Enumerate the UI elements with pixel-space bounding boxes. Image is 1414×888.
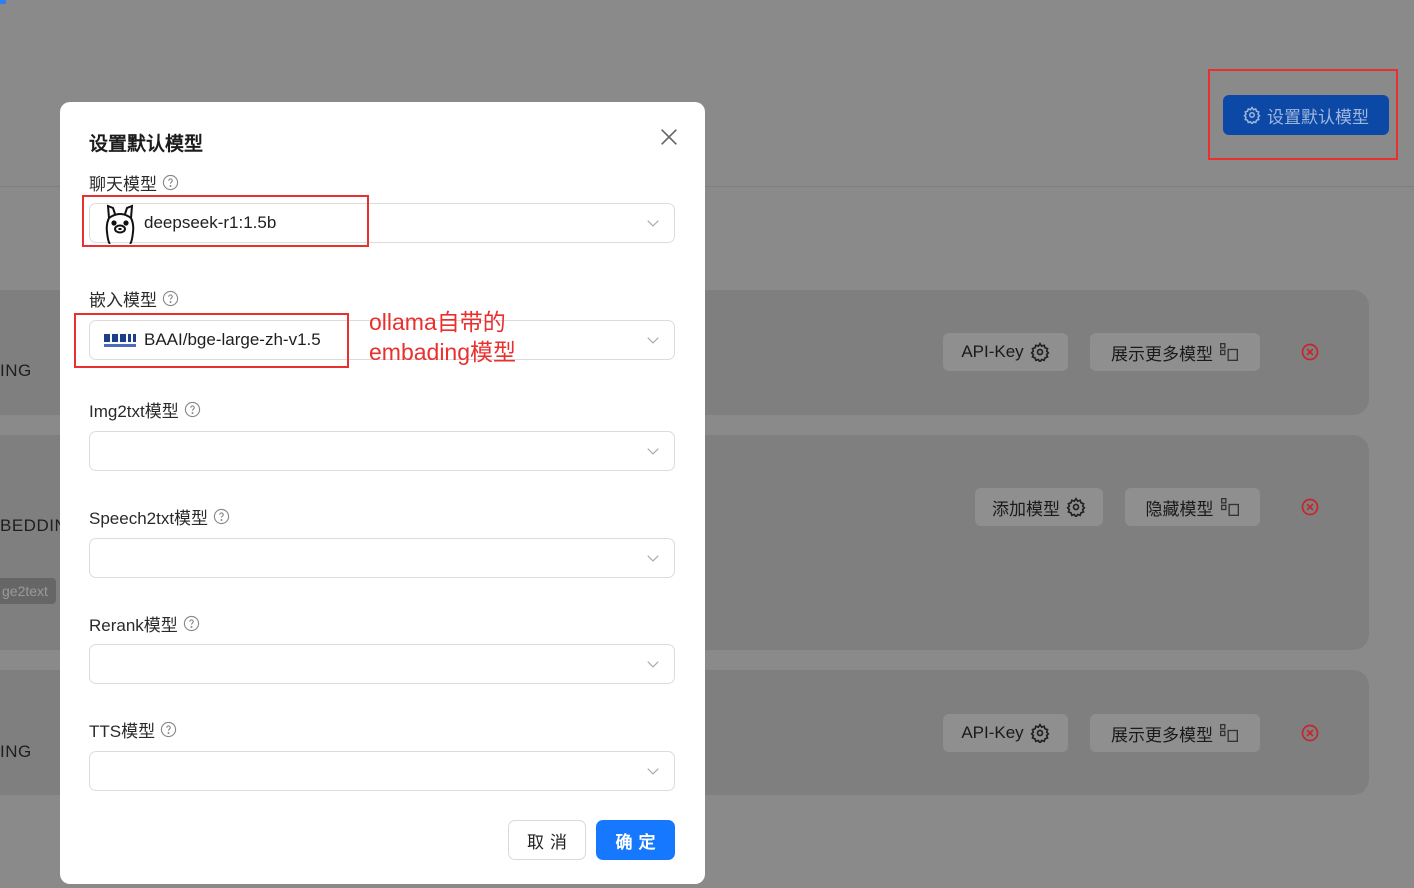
add-model-button[interactable]: 添加模型 [975,488,1103,526]
cancel-button[interactable]: 取消 [508,820,586,860]
show-more-models-button[interactable]: 展示更多模型 [1090,333,1260,371]
highlight-box-chat-model [82,195,369,247]
question-circle-icon[interactable] [162,290,179,307]
img2txt-model-label: Img2txt模型 [89,397,201,422]
annotation-line-1: ollama自带的 [369,309,506,335]
loading-indicator [0,0,6,4]
question-circle-icon[interactable] [213,508,230,525]
chat-model-label-text: 聊天模型 [89,175,157,194]
model-grid-icon [1220,343,1238,361]
chevron-down-icon [647,448,659,455]
show-more-models-label: 展示更多模型 [1111,344,1213,364]
chevron-down-icon [647,661,659,668]
gear-icon [1030,342,1050,362]
gear-icon [1030,723,1050,743]
model-grid-icon [1220,724,1238,742]
provider-tag-label: ING [0,742,32,761]
model-grid-icon [1220,498,1239,516]
rerank-model-select[interactable] [89,644,675,684]
rerank-model-label: Rerank模型 [89,611,200,636]
confirm-button[interactable]: 确定 [596,820,675,860]
chevron-down-icon [647,220,659,227]
chevron-down-icon [647,337,659,344]
img2txt-model-select[interactable] [89,431,675,471]
api-key-button[interactable]: API-Key [943,714,1068,752]
question-circle-icon[interactable] [162,174,179,191]
provider-tag-label: BEDDIN [0,516,68,535]
provider-tag-label: ING [0,361,32,380]
rerank-model-label-text: Rerank模型 [89,616,178,635]
speech2txt-model-label: Speech2txt模型 [89,504,230,529]
embedding-model-label-text: 嵌入模型 [89,291,157,310]
api-key-button[interactable]: API-Key [943,333,1068,371]
tts-model-label: TTS模型 [89,717,177,742]
chevron-down-icon [647,768,659,775]
show-more-models-label: 展示更多模型 [1111,725,1213,745]
question-circle-icon[interactable] [160,721,177,738]
remove-provider-icon[interactable] [1300,723,1320,743]
gear-icon [1066,497,1086,517]
remove-provider-icon[interactable] [1300,497,1320,517]
annotation-line-2: embading模型 [369,339,517,365]
speech2txt-model-select[interactable] [89,538,675,578]
embedding-model-label: 嵌入模型 [89,286,179,311]
speech2txt-model-label-text: Speech2txt模型 [89,509,209,528]
chevron-down-icon [647,555,659,562]
remove-provider-icon[interactable] [1300,342,1320,362]
dialog-title: 设置默认模型 [89,134,204,155]
close-icon[interactable] [658,126,680,148]
show-more-models-button[interactable]: 展示更多模型 [1090,714,1260,752]
highlight-box-top-button [1208,69,1398,160]
annotation-note: ollama自带的 embading模型 [369,307,516,367]
highlight-box-embedding-model [74,313,349,368]
hide-models-label: 隐藏模型 [1145,499,1214,519]
question-circle-icon[interactable] [183,615,200,632]
api-key-label: API-Key [961,723,1024,742]
hide-models-button[interactable]: 隐藏模型 [1125,488,1260,526]
api-key-label: API-Key [961,342,1024,361]
tts-model-select[interactable] [89,751,675,791]
img2txt-model-label-text: Img2txt模型 [89,402,179,421]
tts-model-label-text: TTS模型 [89,722,156,741]
question-circle-icon[interactable] [184,401,201,418]
add-model-label: 添加模型 [992,499,1060,519]
chat-model-label: 聊天模型 [89,170,179,195]
model-type-tag: ge2text [0,578,56,604]
